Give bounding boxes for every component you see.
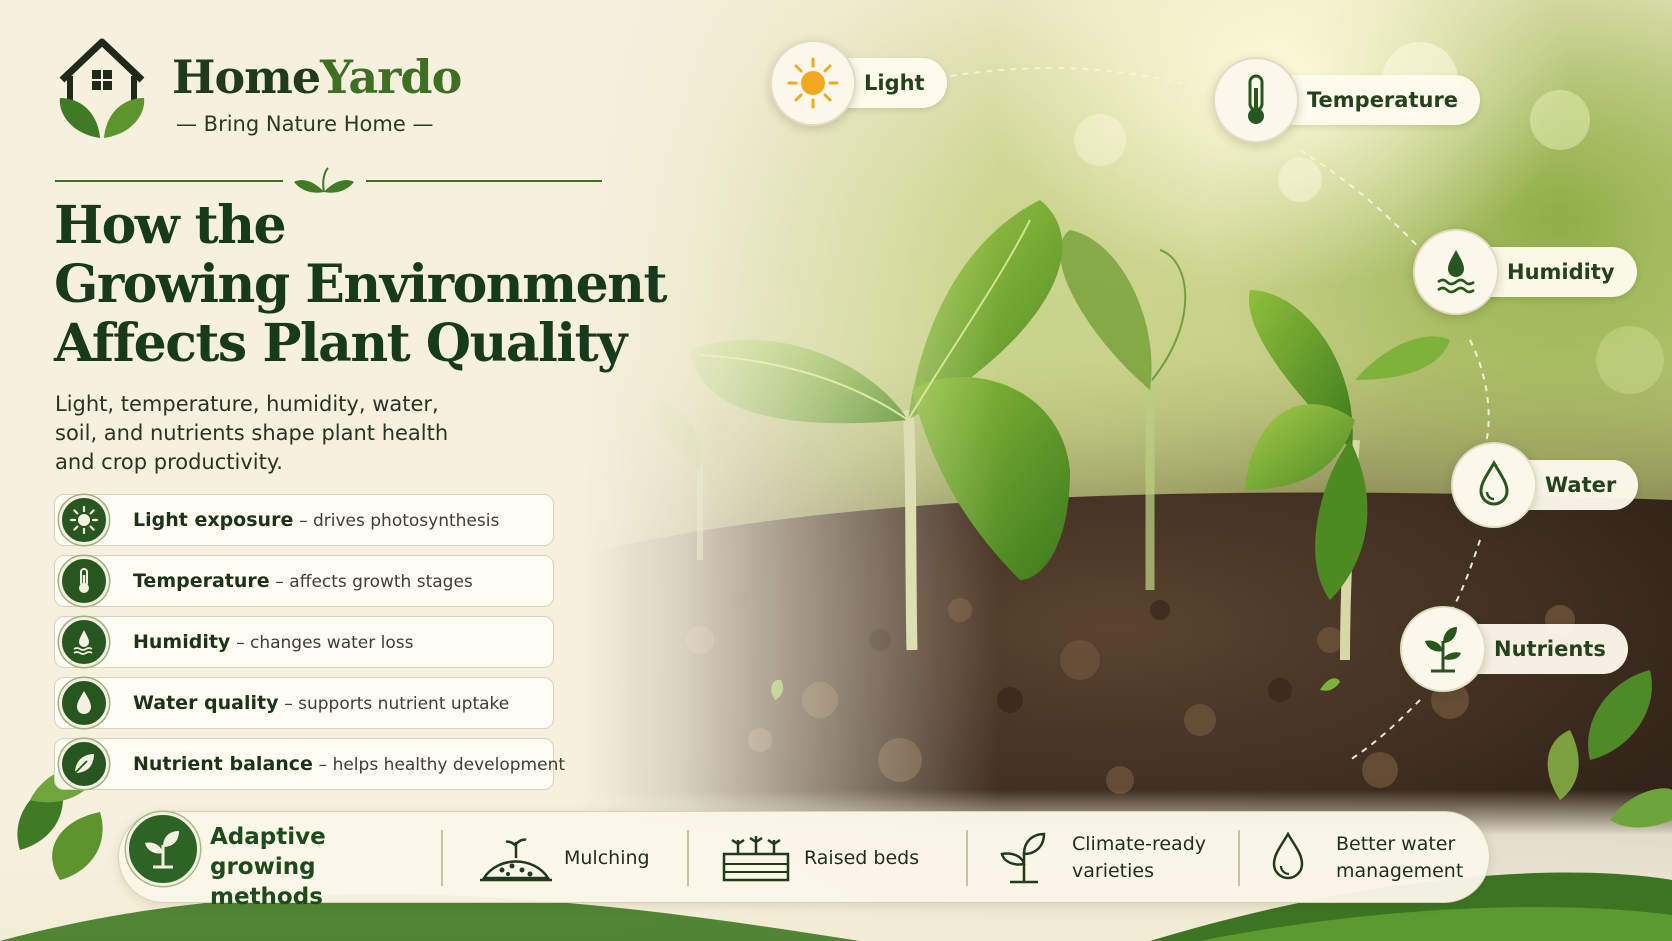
callout-light: Light — [770, 40, 947, 126]
callout-connector-path — [879, 67, 1490, 761]
humidity-icon — [1413, 229, 1499, 315]
callout-nutrients: Nutrients — [1400, 606, 1628, 692]
separator — [966, 830, 968, 886]
separator — [687, 830, 689, 886]
thermometer-icon — [1213, 57, 1299, 143]
method-label: Raised beds — [804, 846, 920, 869]
sprout-icon — [986, 828, 1062, 888]
separator — [1238, 830, 1240, 886]
water-drop-icon — [1451, 442, 1537, 528]
method-water-management: Better water management — [1250, 828, 1496, 888]
callout-water: Water — [1451, 442, 1639, 528]
methods-title: Adaptive growing methods — [210, 824, 326, 910]
callout-humidity: Humidity — [1413, 229, 1637, 315]
method-raised-beds: Raised beds — [718, 828, 964, 888]
raised-bed-icon — [718, 828, 794, 888]
callout-temperature: Temperature — [1213, 57, 1481, 143]
water-drop-icon — [1250, 828, 1326, 888]
sprout-icon — [126, 812, 200, 886]
method-label: Climate-ready varieties — [1072, 833, 1207, 882]
sun-icon — [770, 40, 856, 126]
mulch-icon — [478, 828, 554, 888]
method-climate-ready: Climate-ready varieties — [986, 828, 1232, 888]
method-label: Better water management — [1336, 833, 1464, 882]
sprout-icon — [1400, 606, 1486, 692]
method-label: Mulching — [564, 846, 650, 869]
separator — [441, 830, 443, 886]
